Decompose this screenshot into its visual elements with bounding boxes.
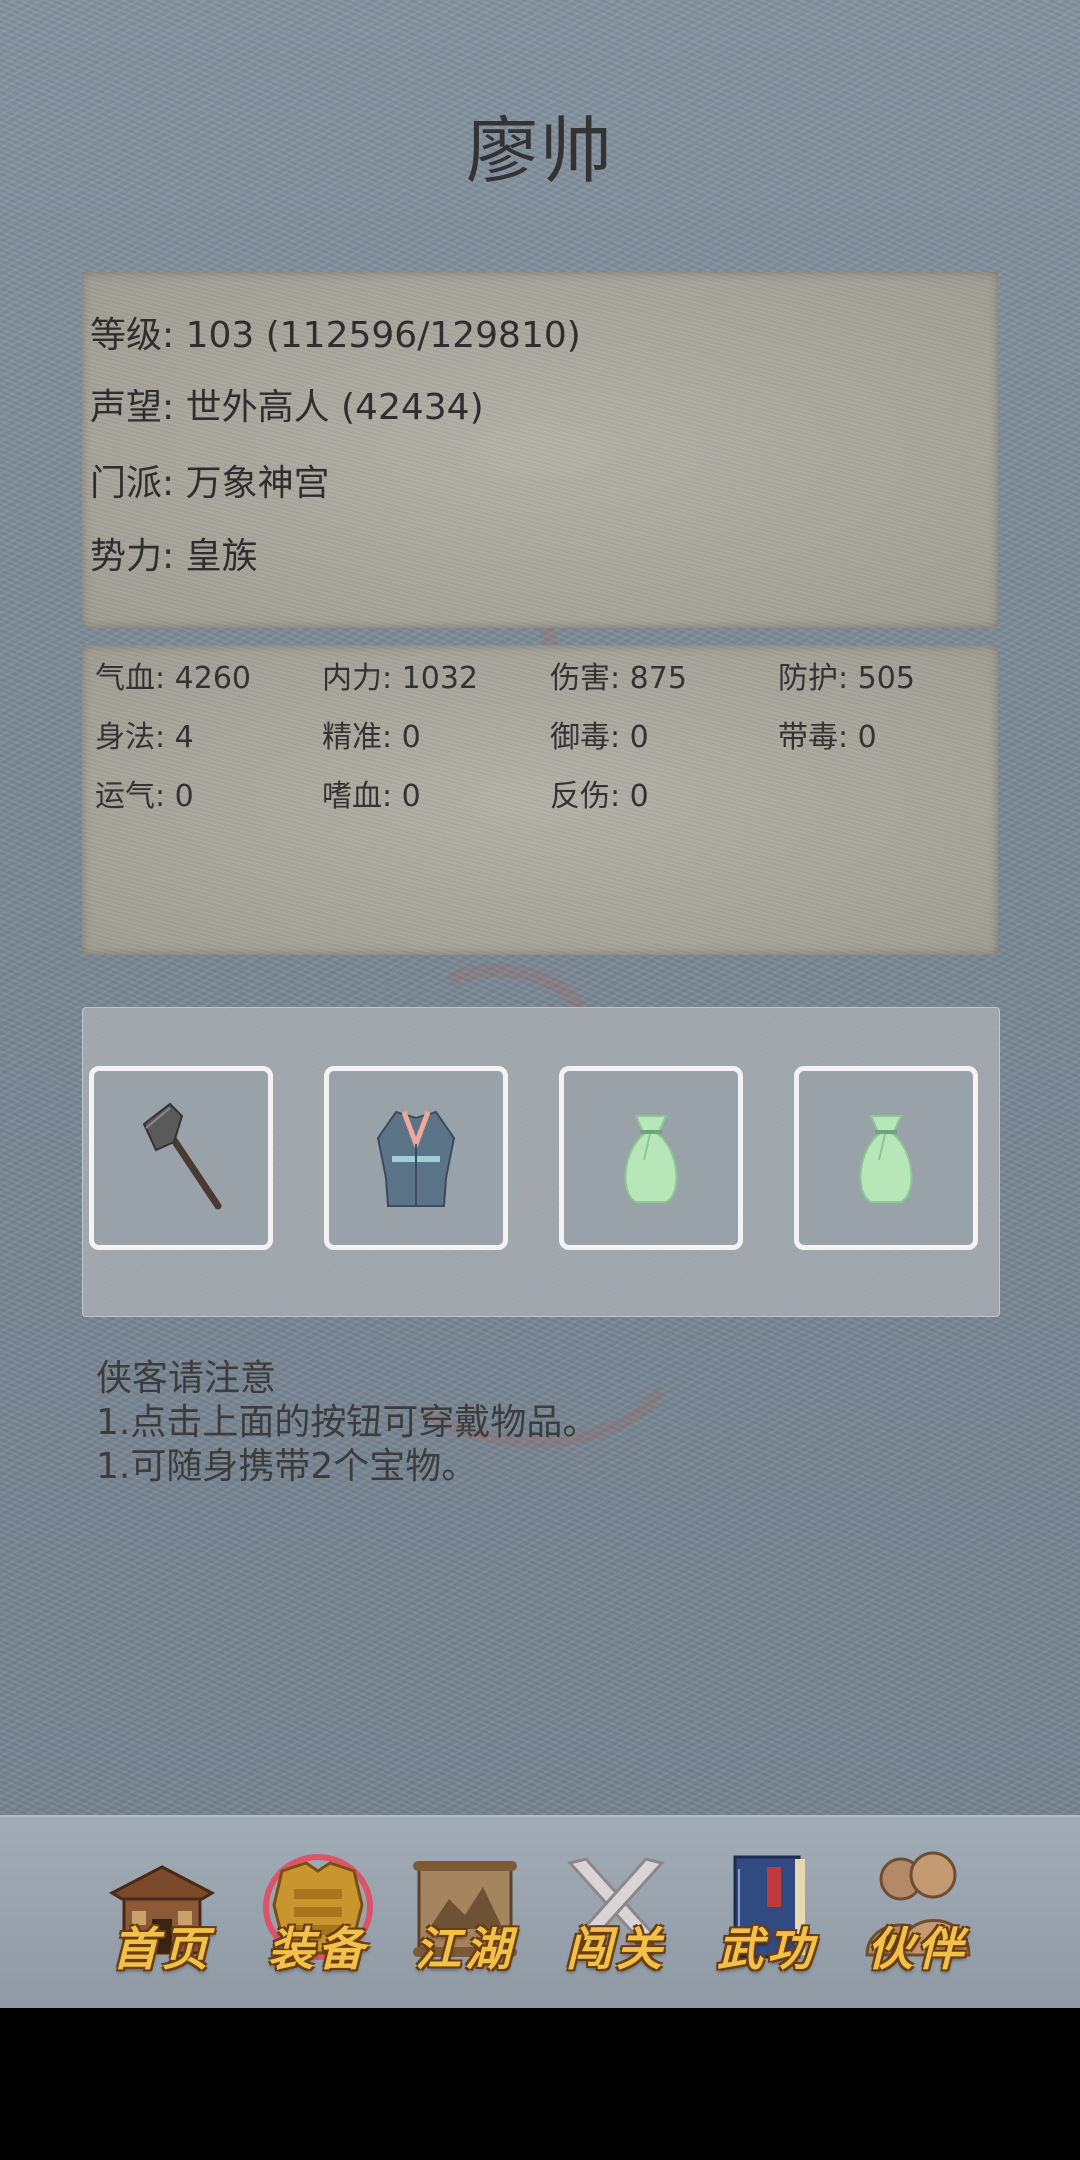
equipment-panel (82, 1007, 1000, 1317)
nav-jianghu-label: 江湖 (415, 1922, 515, 1976)
equip-slot-treasure-2[interactable] (794, 1066, 978, 1250)
nav-martial-arts-label: 武功 (717, 1922, 817, 1976)
faction-text: 势力: 皇族 (90, 536, 258, 577)
equip-slot-weapon[interactable] (89, 1066, 273, 1250)
nav-companions[interactable]: 伙伴 (847, 1817, 987, 2009)
notice-block: 侠客请注意 1.点击上面的按钮可穿戴物品。 1.可随身携带2个宝物。 (96, 1357, 598, 1489)
stat-poison: 带毒: 0 (778, 720, 877, 755)
robe-icon (376, 1110, 456, 1207)
nav-martial-arts[interactable]: 武功 (697, 1817, 837, 2009)
nav-home[interactable]: 首页 (92, 1817, 232, 2009)
stat-luck: 运气: 0 (95, 779, 194, 814)
stat-reflect: 反伤: 0 (550, 779, 649, 814)
notice-line-2: 1.可随身携带2个宝物。 (96, 1446, 478, 1487)
nav-jianghu[interactable]: 江湖 (395, 1817, 535, 2009)
character-name: 廖帅 (465, 109, 614, 193)
equip-slot-armor[interactable] (324, 1066, 508, 1250)
stats-panel: 气血: 4260 内力: 1032 伤害: 875 防护: 505 身法: 4 … (82, 645, 998, 955)
nav-companions-label: 伙伴 (867, 1922, 967, 1976)
stat-bloodthirst: 嗜血: 0 (322, 779, 421, 814)
pouch-icon (859, 1115, 913, 1203)
notice-line-1: 1.点击上面的按钮可穿戴物品。 (96, 1402, 599, 1443)
stat-damage: 伤害: 875 (550, 661, 687, 696)
axe-icon (142, 1102, 222, 1210)
stat-poison-resist: 御毒: 0 (550, 720, 649, 755)
nav-challenge[interactable]: 闯关 (546, 1817, 686, 2009)
stat-accuracy: 精准: 0 (322, 720, 421, 755)
nav-equipment[interactable]: 装备 (248, 1817, 388, 2009)
notice-heading: 侠客请注意 (96, 1358, 277, 1399)
pouch-icon (624, 1115, 678, 1203)
stat-defense: 防护: 505 (778, 661, 915, 696)
nav-home-label: 首页 (112, 1922, 212, 1976)
level-text: 等级: 103 (112596/129810) (90, 315, 581, 356)
stat-agility: 身法: 4 (95, 720, 194, 755)
stat-internal-power: 内力: 1032 (322, 661, 478, 696)
reputation-text: 声望: 世外高人 (42434) (90, 387, 484, 428)
profile-panel: 等级: 103 (112596/129810) 声望: 世外高人 (42434)… (82, 272, 998, 628)
bottom-navigation: 首页 装备 江湖 闯关 武功 伙伴 (0, 1815, 1080, 2009)
equip-slot-treasure-1[interactable] (559, 1066, 743, 1250)
stat-hp: 气血: 4260 (95, 661, 251, 696)
nav-equipment-label: 装备 (268, 1922, 368, 1976)
sect-text: 门派: 万象神宫 (90, 463, 330, 504)
system-nav-area (0, 2008, 1080, 2160)
nav-challenge-label: 闯关 (566, 1922, 666, 1976)
